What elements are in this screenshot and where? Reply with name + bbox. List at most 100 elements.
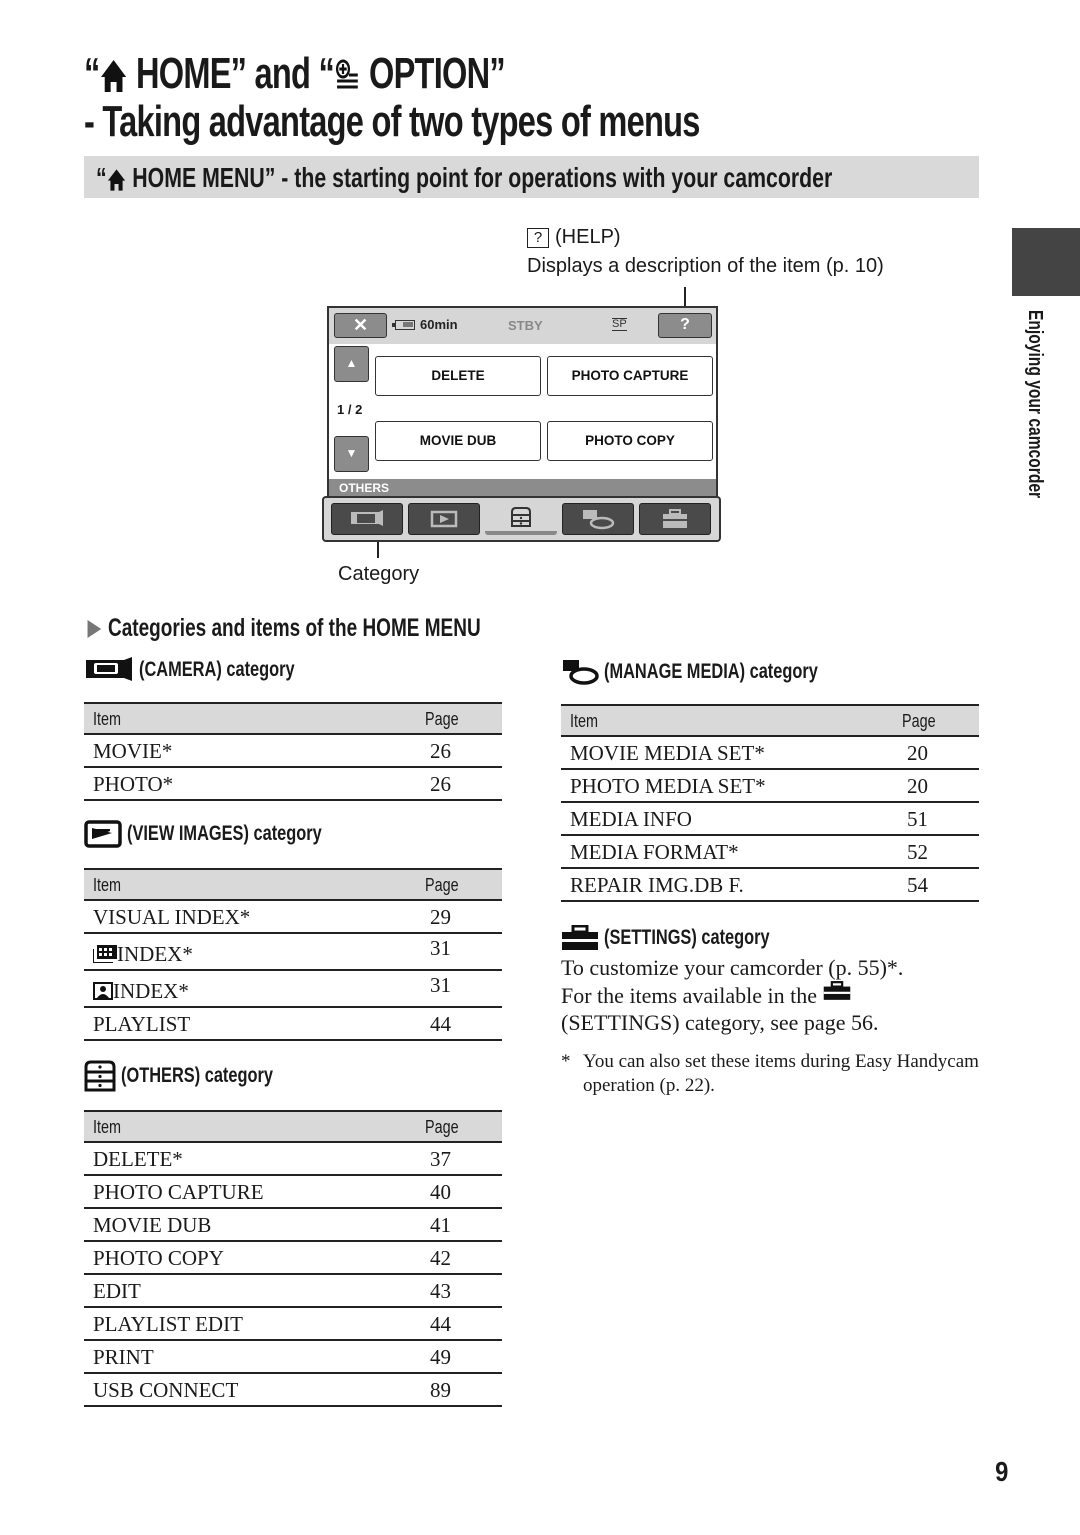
others-icon (84, 1060, 116, 1092)
row-page: 40 (430, 1180, 451, 1204)
row-item: PRINT (93, 1345, 154, 1369)
column-item: Item (93, 709, 122, 729)
view-images-icon (430, 510, 458, 528)
lcd-tab-camera[interactable] (331, 503, 403, 535)
categories-heading: Categories and items of the HOME MENU (86, 614, 605, 643)
chapter-tab-block (1012, 228, 1080, 296)
lcd-close-button[interactable]: ✕ (334, 313, 387, 338)
lcd-tab-others[interactable] (485, 503, 557, 535)
row-page: 20 (907, 774, 928, 798)
row-page: 37 (430, 1147, 451, 1171)
lcd-scroll-up-button[interactable]: ▲ (334, 346, 369, 382)
page-title-line1: “ HOME” and “ OPTION” (84, 48, 653, 99)
lcd-tab-settings[interactable] (639, 503, 711, 535)
lcd-tab-view-images[interactable] (408, 503, 480, 535)
table-row: MEDIA FORMAT* 52 (561, 836, 979, 869)
row-page: 26 (430, 739, 451, 763)
help-callout-description: Displays a description of the item (p. 1… (527, 255, 884, 277)
row-item: PHOTO CAPTURE (93, 1180, 264, 1204)
home-menu-section-band: “ HOME MENU” - the starting point for op… (84, 156, 979, 198)
row-item: VISUAL INDEX* (93, 905, 251, 929)
row-item: PHOTO* (93, 772, 174, 796)
row-page: 44 (430, 1312, 451, 1336)
band-heading: “ HOME MENU” - the starting point for op… (96, 162, 1065, 195)
row-item: PHOTO COPY (93, 1246, 224, 1270)
settings-icon (562, 925, 598, 951)
row-page: 44 (430, 1012, 451, 1036)
lcd-scroll-down-button[interactable]: ▼ (334, 436, 369, 472)
settings-line1: To customize your camcorder (p. 55)*. (561, 955, 904, 980)
title-option-text: OPTION” (360, 49, 506, 98)
lcd-tab-manage-media[interactable] (562, 503, 634, 535)
table-row: EDIT 43 (84, 1275, 502, 1308)
view-images-table: Item Page VISUAL INDEX* 29 INDEX* 31 INDE… (84, 868, 502, 1041)
row-page: 51 (907, 807, 928, 831)
column-page: Page (902, 711, 936, 731)
page-number: 9 (994, 1456, 1010, 1488)
lcd-item-delete[interactable]: DELETE (375, 356, 541, 396)
band-quote: “ (96, 162, 107, 193)
page-title-line2: - Taking advantage of two types of menus (84, 96, 916, 147)
others-category-title: (OTHERS) category (121, 1064, 274, 1087)
category-callout-line (377, 542, 379, 558)
row-item: INDEX* (113, 979, 189, 1003)
title-home-text: HOME” and “ (127, 49, 335, 98)
chapter-tab-label: Enjoying your camcorder (1016, 310, 1046, 520)
lcd-help-button[interactable]: ? (658, 313, 712, 338)
row-item: PLAYLIST (93, 1012, 191, 1036)
table-row: INDEX* 31 (84, 934, 502, 971)
footnote-text: You can also set these items during Easy… (583, 1051, 979, 1096)
row-item: MOVIE* (93, 739, 173, 763)
table-row: DELETE* 37 (84, 1143, 502, 1176)
page-number-text: 9 (995, 1456, 1009, 1487)
camera-category-title: (CAMERA) category (139, 658, 295, 682)
row-item: USB CONNECT (93, 1378, 239, 1402)
categories-heading-text: Categories and items of the HOME MENU (108, 614, 481, 642)
table-row: PHOTO* 26 (84, 768, 502, 801)
settings-description: To customize your camcorder (p. 55)*. Fo… (561, 954, 981, 1036)
table-row: MOVIE DUB 41 (84, 1209, 502, 1242)
lcd-item-photo-copy[interactable]: PHOTO COPY (547, 421, 713, 461)
battery-icon (392, 320, 415, 330)
lcd-item-movie-dub[interactable]: MOVIE DUB (375, 421, 541, 461)
row-item: MOVIE MEDIA SET* (570, 741, 765, 765)
table-row: PHOTO MEDIA SET* 20 (561, 770, 979, 803)
table-header: Item Page (84, 1112, 502, 1143)
row-page: 31 (430, 936, 451, 960)
help-callout-label: ? (HELP) (527, 226, 621, 249)
settings-line2: For the items available in the (561, 981, 981, 1009)
lcd-quality: SP (612, 318, 627, 331)
table-row: MEDIA INFO 51 (561, 803, 979, 836)
triangle-bullet-icon (87, 620, 102, 639)
row-page: 29 (430, 905, 451, 929)
table-row: VISUAL INDEX* 29 (84, 901, 502, 934)
table-header: Item Page (84, 704, 502, 735)
table-row: PLAYLIST 44 (84, 1008, 502, 1041)
face-index-icon (93, 982, 113, 1000)
row-item: REPAIR IMG.DB F. (570, 873, 744, 897)
table-row: REPAIR IMG.DB F. 54 (561, 869, 979, 902)
row-item: PHOTO MEDIA SET* (570, 774, 766, 798)
table-row: USB CONNECT 89 (84, 1374, 502, 1407)
column-page: Page (425, 875, 459, 895)
row-item: INDEX* (117, 942, 193, 966)
camera-icon (351, 510, 383, 526)
table-header: Item Page (561, 706, 979, 737)
settings-icon (823, 981, 850, 1000)
manage-media-category-heading: (MANAGE MEDIA) category (561, 658, 878, 688)
manage-media-category-title: (MANAGE MEDIA) category (604, 660, 819, 684)
table-row: PRINT 49 (84, 1341, 502, 1374)
home-icon (107, 168, 126, 191)
manage-media-table: Item Page MOVIE MEDIA SET* 20 PHOTO MEDIA… (561, 704, 979, 902)
home-icon (101, 60, 127, 93)
manage-media-icon (583, 510, 615, 530)
settings-icon (663, 509, 687, 528)
lcd-item-photo-capture[interactable]: PHOTO CAPTURE (547, 356, 713, 396)
row-page: 49 (430, 1345, 451, 1369)
table-header: Item Page (84, 870, 502, 901)
lcd-home-menu-screen: ✕ 60min STBY SP ? ▲ 1 / 2 ▼ DELETE PHOTO… (327, 306, 718, 496)
category-callout-label: Category (338, 563, 420, 585)
lcd-category-tabs (322, 496, 721, 542)
settings-category-heading: (SETTINGS) category (561, 924, 817, 954)
page-subtitle: - Taking advantage of two types of menus (84, 97, 700, 146)
